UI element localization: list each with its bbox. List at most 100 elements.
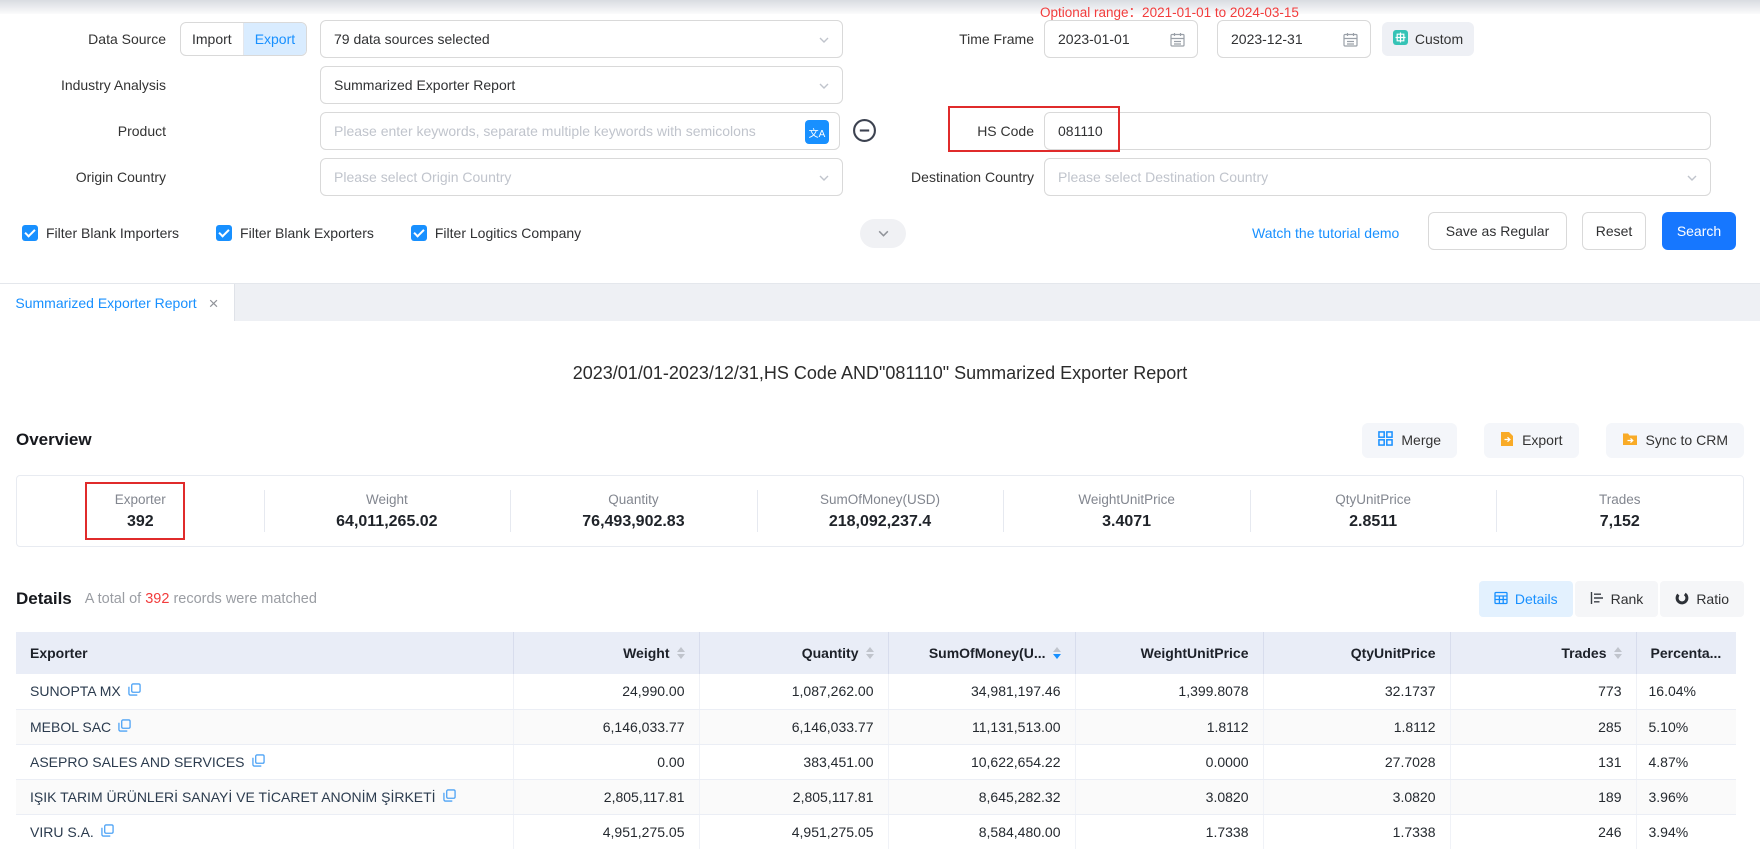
checkbox-checked-icon [411, 225, 427, 241]
column-header-quantity[interactable]: Quantity [699, 632, 888, 674]
sort-carets-icon[interactable] [1614, 647, 1622, 659]
copy-icon[interactable] [252, 754, 265, 770]
cell-weight: 0.00 [513, 744, 699, 779]
end-date-input[interactable]: 2023-12-31 [1217, 20, 1371, 58]
custom-range-button[interactable]: Custom [1382, 22, 1474, 56]
rank-view-button[interactable]: Rank [1575, 581, 1659, 617]
merge-icon [1378, 431, 1393, 449]
cell-quantity: 383,451.00 [699, 744, 888, 779]
product-keywords-input[interactable] [321, 113, 839, 149]
sort-carets-icon-active-desc[interactable] [1053, 647, 1061, 659]
cell-percentage: 16.04% [1636, 674, 1736, 709]
optional-range-text: Optional range：2021-01-01 to 2024-03-15 [1040, 1, 1299, 21]
tab-summarized-exporter-report[interactable]: Summarized Exporter Report × [0, 284, 235, 322]
overview-heading: Overview [16, 430, 92, 450]
ratio-view-button[interactable]: Ratio [1660, 581, 1744, 617]
start-date-input[interactable]: 2023-01-01 [1044, 20, 1198, 58]
merge-button[interactable]: Merge [1362, 423, 1457, 458]
reset-button[interactable]: Reset [1582, 212, 1646, 250]
cell-weight-unit-price: 3.0820 [1075, 779, 1263, 814]
filter-panel: Data Source Import Export 79 data source… [0, 0, 1760, 283]
cell-qty-unit-price: 1.8112 [1263, 709, 1450, 744]
import-toggle-button[interactable]: Import [181, 23, 243, 55]
column-header-sum-of-money[interactable]: SumOfMoney(U... [888, 632, 1075, 674]
checkbox-filter-logitics-company[interactable]: Filter Logitics Company [411, 225, 581, 241]
table-row: MEBOL SAC 6,146,033.77 6,146,033.77 11,1… [16, 709, 1736, 744]
details-heading: Details [16, 589, 72, 609]
cell-percentage: 3.94% [1636, 814, 1736, 849]
checkbox-filter-blank-exporters[interactable]: Filter Blank Exporters [216, 225, 374, 241]
sync-to-crm-button[interactable]: Sync to CRM [1606, 423, 1744, 458]
hs-code-input[interactable] [1045, 113, 1710, 149]
save-as-regular-button[interactable]: Save as Regular [1428, 212, 1567, 250]
destination-country-select[interactable] [1044, 158, 1711, 196]
chevron-down-icon [877, 227, 890, 240]
cell-qty-unit-price: 32.1737 [1263, 674, 1450, 709]
cell-trades: 189 [1450, 779, 1636, 814]
copy-icon[interactable] [128, 683, 141, 699]
export-toggle-button[interactable]: Export [243, 23, 306, 55]
tutorial-demo-link[interactable]: Watch the tutorial demo [1252, 214, 1399, 252]
cell-sum: 8,645,282.32 [888, 779, 1075, 814]
checkbox-filter-blank-importers[interactable]: Filter Blank Importers [22, 225, 179, 241]
copy-icon[interactable] [443, 789, 456, 805]
exporter-name-link[interactable]: ASEPRO SALES AND SERVICES [30, 754, 245, 770]
export-button[interactable]: Export [1484, 423, 1578, 458]
table-row: IŞIK TARIM ÜRÜNLERİ SANAYİ VE TİCARET AN… [16, 779, 1736, 814]
custom-icon [1393, 30, 1408, 48]
ratio-pie-icon [1675, 591, 1689, 608]
details-view-button[interactable]: Details [1479, 581, 1573, 617]
details-total-count: 392 [145, 591, 169, 607]
data-sources-value: 79 data sources selected [321, 31, 490, 47]
cell-qty-unit-price: 3.0820 [1263, 779, 1450, 814]
calendar-icon [1170, 32, 1185, 47]
details-total-text: A total of 392 records were matched [85, 591, 317, 607]
industry-analysis-value: Summarized Exporter Report [321, 77, 515, 93]
copy-icon[interactable] [118, 719, 131, 735]
table-row: VIRU S.A. 4,951,275.05 4,951,275.05 8,58… [16, 814, 1736, 849]
cell-qty-unit-price: 27.7028 [1263, 744, 1450, 779]
industry-analysis-select[interactable]: Summarized Exporter Report [320, 66, 843, 104]
custom-label: Custom [1415, 31, 1463, 47]
product-label: Product [0, 112, 166, 150]
hs-code-input-wrap [1044, 112, 1711, 150]
origin-country-select[interactable] [320, 158, 843, 196]
hs-code-label: HS Code [820, 112, 1034, 150]
view-toggle-group: Details Rank Ratio [1479, 581, 1744, 617]
stat-weight-unit-price: WeightUnitPrice 3.4071 [1003, 476, 1250, 546]
end-date-value: 2023-12-31 [1218, 31, 1303, 47]
stat-trades: Trades 7,152 [1496, 476, 1743, 546]
report-title: 2023/01/01-2023/12/31,HS Code AND"081110… [16, 363, 1744, 384]
destination-country-label: Destination Country [820, 158, 1034, 196]
exporter-name-link[interactable]: IŞIK TARIM ÜRÜNLERİ SANAYİ VE TİCARET AN… [30, 789, 436, 805]
expand-filters-button[interactable] [860, 219, 906, 248]
column-header-trades[interactable]: Trades [1450, 632, 1636, 674]
cell-quantity: 6,146,033.77 [699, 709, 888, 744]
cell-weight-unit-price: 1,399.8078 [1075, 674, 1263, 709]
cell-sum: 10,622,654.22 [888, 744, 1075, 779]
exporter-name-link[interactable]: SUNOPTA MX [30, 683, 121, 699]
tab-close-icon[interactable]: × [209, 295, 219, 312]
tab-bar: Summarized Exporter Report × [0, 283, 1760, 321]
data-sources-select[interactable]: 79 data sources selected [320, 20, 843, 58]
exporter-name-link[interactable]: MEBOL SAC [30, 719, 111, 735]
copy-icon[interactable] [101, 824, 114, 840]
stat-exporter: Exporter 392 [17, 476, 264, 546]
origin-country-input[interactable] [321, 159, 842, 195]
origin-country-label: Origin Country [0, 158, 166, 196]
table-row: SUNOPTA MX 24,990.00 1,087,262.00 34,981… [16, 674, 1736, 709]
destination-country-input[interactable] [1045, 159, 1710, 195]
rank-chart-icon [1590, 591, 1604, 608]
column-header-exporter: Exporter [16, 632, 513, 674]
search-button[interactable]: Search [1662, 212, 1736, 250]
cell-weight: 24,990.00 [513, 674, 699, 709]
stat-sum-of-money: SumOfMoney(USD) 218,092,237.4 [757, 476, 1004, 546]
exporter-name-link[interactable]: VIRU S.A. [30, 824, 94, 840]
sort-carets-icon[interactable] [866, 647, 874, 659]
cell-quantity: 2,805,117.81 [699, 779, 888, 814]
app-screen: Data Source Import Export 79 data source… [0, 0, 1760, 849]
sort-carets-icon[interactable] [677, 647, 685, 659]
chevron-down-icon [818, 80, 830, 92]
overview-buttons: Merge Export Sync to CRM [1362, 423, 1744, 458]
column-header-weight[interactable]: Weight [513, 632, 699, 674]
